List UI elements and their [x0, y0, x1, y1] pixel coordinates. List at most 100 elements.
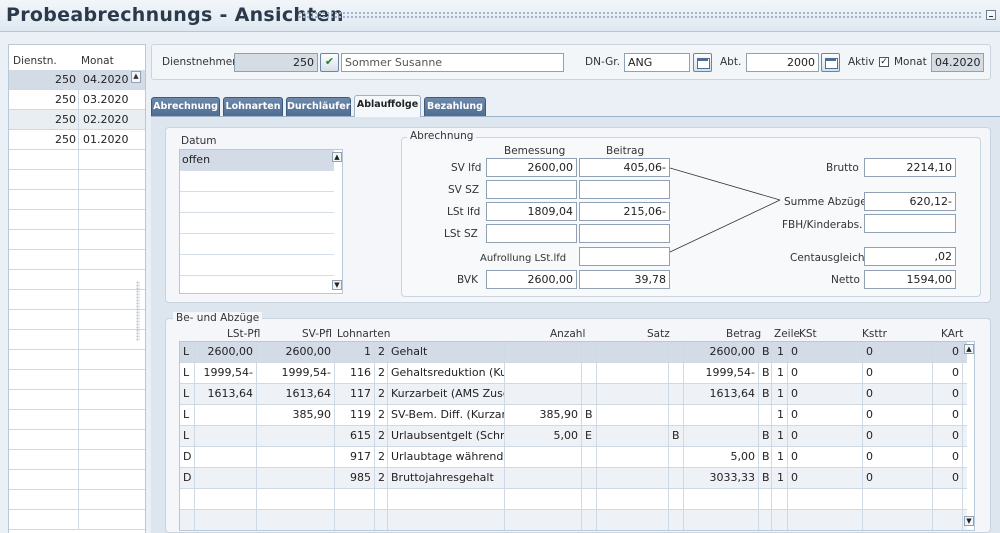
- cell-la-k: [375, 510, 388, 530]
- monat-field: 04.2020: [931, 53, 984, 72]
- datum-row-selected[interactable]: offen: [180, 150, 334, 171]
- tab-abrechnung[interactable]: Abrechnung: [151, 97, 220, 116]
- list-item[interactable]: [9, 270, 145, 290]
- tab-bezahlung[interactable]: Bezahlung: [424, 97, 486, 116]
- table-row[interactable]: [180, 510, 967, 530]
- col-header-ksttr: Ksttr: [862, 328, 887, 340]
- list-item[interactable]: 250 01.2020: [9, 130, 145, 150]
- col-header-lst-pfl: LSt-Pfl: [227, 328, 261, 340]
- aktiv-label: Aktiv: [848, 56, 875, 68]
- list-item[interactable]: [180, 192, 334, 213]
- cell-ksttr: 0: [863, 468, 933, 489]
- cell-la-nr: 917: [335, 447, 375, 468]
- list-item[interactable]: [9, 410, 145, 430]
- scroll-down-icon[interactable]: ▼: [964, 516, 974, 526]
- list-item[interactable]: [9, 190, 145, 210]
- cell-anzahl: [505, 510, 582, 530]
- dngr-input[interactable]: ANG: [624, 53, 690, 72]
- minimize-icon[interactable]: [986, 10, 996, 20]
- list-item[interactable]: [9, 370, 145, 390]
- cell-anzahl: 385,90: [505, 405, 582, 426]
- list-item[interactable]: 250 04.2020: [9, 70, 145, 90]
- cell-la-nr: 1: [335, 342, 375, 363]
- abt-lookup-icon[interactable]: [821, 53, 840, 72]
- list-item[interactable]: 250 02.2020: [9, 110, 145, 130]
- aufrollung-label: Aufrollung LSt.lfd: [480, 253, 567, 264]
- list-item[interactable]: [9, 230, 145, 250]
- netto-field: 1594,00: [864, 270, 956, 289]
- list-item[interactable]: [9, 250, 145, 270]
- cell-kst: 0: [788, 384, 863, 405]
- dienstn-cell: [9, 410, 79, 430]
- list-item[interactable]: [9, 310, 145, 330]
- cell-anzahl-e: [582, 489, 597, 510]
- splitter-grip[interactable]: [136, 281, 140, 341]
- list-item[interactable]: [180, 171, 334, 192]
- scroll-up-icon[interactable]: ▲: [332, 152, 342, 162]
- cell-satz-e: [669, 384, 684, 405]
- table-row[interactable]: [180, 489, 967, 510]
- list-item[interactable]: [9, 350, 145, 370]
- dngr-lookup-icon[interactable]: [693, 53, 712, 72]
- check-icon[interactable]: ✔: [320, 53, 339, 72]
- cell-anzahl-e: [582, 510, 597, 530]
- cell-satz: [597, 447, 669, 468]
- list-item[interactable]: [180, 255, 334, 276]
- list-item[interactable]: [9, 210, 145, 230]
- fbh-field: [864, 214, 956, 233]
- list-item[interactable]: [9, 430, 145, 450]
- scroll-up-icon[interactable]: ▲: [964, 344, 974, 354]
- cell-sv-pfl: [257, 468, 335, 489]
- dienstn-cell: [9, 290, 79, 310]
- table-row[interactable]: L 2600,00 2600,00 1 2 Gehalt 2600,00 B 1 0 0 0: [180, 342, 967, 363]
- cell-satz-e: [669, 510, 684, 530]
- list-item[interactable]: [9, 510, 145, 530]
- cell-anzahl: 5,00: [505, 426, 582, 447]
- cell-kst: 0: [788, 342, 863, 363]
- scroll-up-icon[interactable]: ▲: [131, 71, 141, 83]
- cell-la-k: 2: [375, 426, 388, 447]
- cell-betrag: 1613,64: [684, 384, 759, 405]
- centausgleich-label: Centausgleich: [790, 252, 865, 264]
- tab-durchlaeufer[interactable]: Durchläufer: [286, 97, 351, 116]
- cell-kart: 0: [933, 426, 963, 447]
- list-item[interactable]: 250 03.2020: [9, 90, 145, 110]
- list-item[interactable]: [9, 290, 145, 310]
- netto-label: Netto: [831, 274, 860, 286]
- cell-la-nr: [335, 510, 375, 530]
- table-row[interactable]: L 1999,54- 1999,54- 116 2 Gehaltsreduktion (K…: [180, 363, 967, 384]
- list-item[interactable]: [9, 470, 145, 490]
- table-row[interactable]: D9172Urlaubtage während KA5,00B1000: [180, 447, 967, 468]
- list-item[interactable]: [9, 390, 145, 410]
- list-item[interactable]: [9, 330, 145, 350]
- list-item[interactable]: [180, 234, 334, 255]
- abt-label: Abt.: [720, 56, 742, 68]
- sv-lfd-label: SV lfd: [451, 162, 482, 174]
- cell-la-k: 2: [375, 447, 388, 468]
- monat-cell: 04.2020: [83, 73, 129, 86]
- tab-lohnarten[interactable]: Lohnarten: [223, 97, 283, 116]
- lst-sz-beitrag: [579, 224, 670, 243]
- scroll-down-icon[interactable]: ▼: [332, 280, 342, 290]
- table-row[interactable]: D 985 2 Bruttojahresgehalt 3033,33 B 1 0 0 0: [180, 468, 967, 489]
- tab-ablauffolge[interactable]: Ablauffolge: [354, 95, 421, 117]
- dienstnehmer-nr-input[interactable]: 250: [234, 53, 318, 72]
- abt-input[interactable]: 2000: [746, 53, 819, 72]
- col-header-kart: KArt: [941, 328, 964, 340]
- list-item[interactable]: [9, 170, 145, 190]
- datum-list: offen ▲ ▼: [179, 149, 343, 294]
- list-item[interactable]: [180, 213, 334, 234]
- list-item[interactable]: [9, 450, 145, 470]
- table-row[interactable]: L385,901192SV-Bem. Diff. (Kurzarbe385,90…: [180, 405, 967, 426]
- aktiv-checkbox[interactable]: ✓: [879, 57, 889, 67]
- table-row[interactable]: L 1613,64 1613,64 117 2 Kurzarbeit (AMS Zusch…: [180, 384, 967, 405]
- table-row[interactable]: L6152Urlaubsentgelt (Schnitt5,00EBB1000: [180, 426, 967, 447]
- list-item[interactable]: [9, 490, 145, 510]
- cell-sv-pfl: 385,90: [257, 405, 335, 426]
- cell-betrag-e: [759, 405, 772, 426]
- dienstnehmer-name-field: Sommer Susanne: [341, 53, 564, 72]
- list-item[interactable]: [9, 150, 145, 170]
- cell-satz: [597, 405, 669, 426]
- cell-lst-pfl: [195, 426, 257, 447]
- employee-month-list: Dienstn. Monat 250 04.2020 250 03.2020 250 02…: [8, 44, 146, 533]
